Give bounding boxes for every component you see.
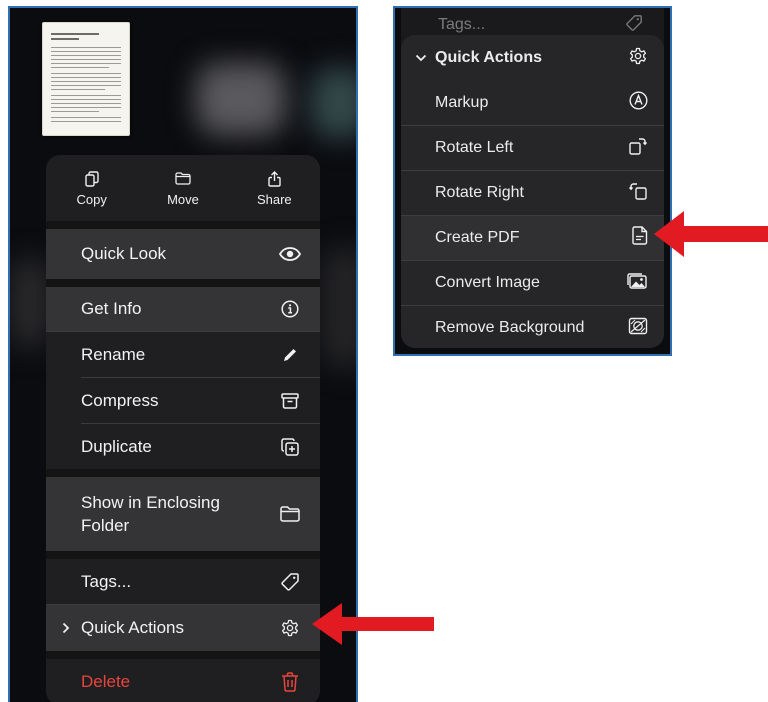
trash-icon — [278, 670, 302, 694]
share-label: Share — [256, 191, 292, 207]
menu-item-tags[interactable]: Tags... — [46, 559, 320, 604]
eye-icon — [278, 242, 302, 266]
quick-actions-header-label: Quick Actions — [435, 49, 542, 66]
tag-icon — [625, 14, 643, 37]
quick-action-remove-background[interactable]: Remove Background — [401, 306, 664, 348]
delete-label: Delete — [81, 672, 131, 691]
copy-icon — [84, 170, 99, 188]
quick-actions-submenu-screenshot: Tags... Quick Actions Markup Rotate Left — [393, 6, 672, 356]
info-icon — [278, 297, 302, 321]
context-menu-screenshot: Copy Move Share Quick Look Get Info Rena… — [8, 6, 358, 702]
menu-item-duplicate[interactable]: Duplicate — [46, 424, 320, 469]
menu-item-compress[interactable]: Compress — [46, 378, 320, 423]
tags-label: Tags... — [438, 16, 486, 33]
blurred-background-tile — [320, 248, 356, 368]
pdf-icon — [632, 226, 648, 250]
share-button[interactable]: Share — [229, 155, 320, 221]
gear-icon — [278, 616, 302, 640]
quick-action-rotate-right[interactable]: Rotate Right — [401, 171, 664, 215]
tags-label: Tags... — [81, 571, 132, 591]
move-button[interactable]: Move — [137, 155, 228, 221]
document-thumbnail[interactable] — [42, 22, 130, 136]
blurred-background-tile — [310, 68, 356, 138]
red-arrow-create-pdf — [654, 211, 768, 257]
tag-icon — [278, 570, 302, 594]
duplicate-label: Duplicate — [81, 436, 152, 456]
show-enclosing-line-2: Folder — [81, 516, 130, 535]
quick-action-create-pdf[interactable]: Create PDF — [401, 216, 664, 260]
quick-actions-label: Quick Actions — [81, 618, 184, 637]
quick-action-rotate-left[interactable]: Rotate Left — [401, 126, 664, 170]
blurred-background-tile — [196, 63, 286, 135]
menu-item-get-info[interactable]: Get Info — [46, 287, 320, 331]
rename-label: Rename — [81, 344, 146, 364]
menu-item-quick-actions[interactable]: Quick Actions — [46, 605, 320, 651]
convert-image-label: Convert Image — [435, 274, 540, 291]
show-in-enclosing-folder-label: Show in Enclosing Folder — [81, 491, 278, 537]
get-info-label: Get Info — [81, 299, 142, 318]
rotate-left-label: Rotate Left — [435, 139, 514, 156]
context-menu: Copy Move Share Quick Look Get Info Rena… — [46, 155, 320, 702]
menu-item-show-in-enclosing-folder[interactable]: Show in Enclosing Folder — [46, 477, 320, 551]
quick-action-markup[interactable]: Markup — [401, 81, 664, 125]
pencil-icon — [278, 343, 302, 367]
section-separator — [46, 279, 320, 287]
quick-actions-header[interactable]: Quick Actions — [401, 35, 664, 81]
blurred-background-tile — [10, 258, 50, 348]
menu-item-quick-look[interactable]: Quick Look — [46, 229, 320, 279]
markup-label: Markup — [435, 94, 489, 111]
menu-item-rename[interactable]: Rename — [46, 332, 320, 377]
red-arrow-quick-actions — [312, 603, 434, 645]
rotate-right-label: Rotate Right — [435, 184, 524, 201]
quick-look-label: Quick Look — [81, 244, 167, 263]
duplicate-icon — [278, 435, 302, 459]
section-separator — [46, 651, 320, 659]
top-action-bar: Copy Move Share — [46, 155, 320, 221]
quick-actions-submenu: Quick Actions Markup Rotate Left Rotate … — [401, 35, 664, 348]
copy-label: Copy — [76, 191, 107, 207]
folder-icon — [175, 170, 191, 188]
section-separator — [46, 221, 320, 229]
remove-background-icon — [628, 317, 648, 340]
folder-icon — [278, 502, 302, 526]
chevron-right-icon — [62, 621, 74, 635]
photo-icon — [626, 272, 648, 295]
move-label: Move — [167, 191, 199, 207]
rotate-left-icon — [628, 136, 648, 161]
chevron-down-icon — [415, 54, 435, 62]
share-icon — [268, 170, 281, 188]
section-separator — [46, 551, 320, 559]
create-pdf-label: Create PDF — [435, 229, 520, 246]
rotate-right-icon — [628, 181, 648, 206]
menu-item-delete[interactable]: Delete — [46, 659, 320, 702]
section-separator — [46, 469, 320, 477]
gear-icon — [628, 46, 648, 71]
markup-icon — [629, 91, 648, 115]
remove-background-label: Remove Background — [435, 319, 585, 336]
quick-action-convert-image[interactable]: Convert Image — [401, 261, 664, 305]
compress-label: Compress — [81, 390, 159, 410]
archive-icon — [278, 389, 302, 413]
show-enclosing-line-1: Show in Enclosing — [81, 493, 220, 512]
copy-button[interactable]: Copy — [46, 155, 137, 221]
